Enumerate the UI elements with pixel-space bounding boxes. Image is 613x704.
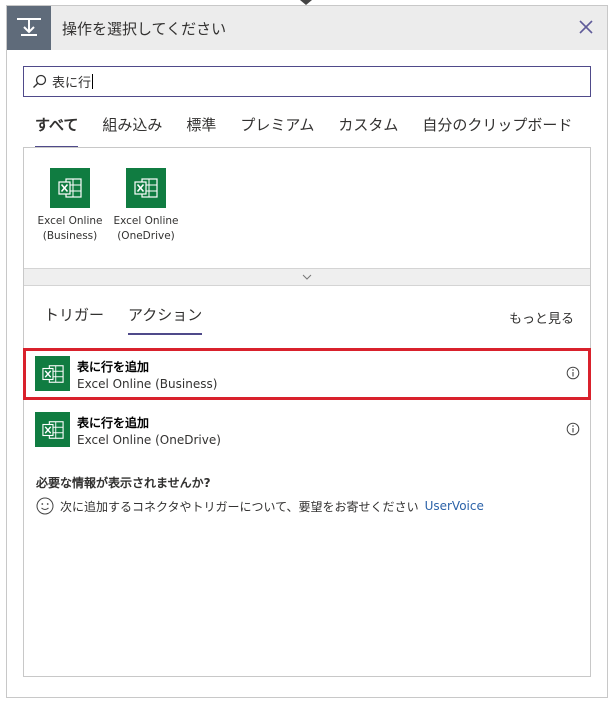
tab-all[interactable]: すべて [35,114,79,148]
tab-standard[interactable]: 標準 [186,114,216,148]
connector-name-line2: (Business) [42,230,98,242]
connector-excel-onedrive[interactable]: Excel Online (OneDrive) [106,168,186,244]
see-more-link[interactable]: もっと見る [509,308,574,327]
help-text: 次に追加するコネクタやトリガーについて、要望をお寄せください [60,499,419,514]
help-line: 次に追加するコネクタやトリガーについて、要望をお寄せください UserVoice [36,497,484,515]
excel-icon [35,412,70,447]
action-picker-dialog: 操作を選択してください 表に行 すべて 組み込み 標準 プレミアム カスタム 自… [6,5,608,698]
info-icon[interactable] [566,422,580,436]
tab-premium[interactable]: プレミアム [240,114,314,148]
action-title: 表に行を追加 [77,360,150,374]
tab-triggers[interactable]: トリガー [44,304,104,335]
close-icon [579,20,593,34]
text-cursor [92,74,94,89]
chevron-down-icon [302,274,312,280]
connector-name-line1: Excel Online [37,215,103,227]
connector-excel-business[interactable]: Excel Online (Business) [30,168,110,244]
results-panel: Excel Online (Business) Excel Online (On… [23,147,591,677]
tab-my-clipboard[interactable]: 自分のクリップボード [422,114,572,148]
smiley-icon [36,497,54,515]
tab-custom[interactable]: カスタム [338,114,398,148]
connector-name-line1: Excel Online [113,215,179,227]
action-title: 表に行を追加 [77,416,150,430]
dialog-header: 操作を選択してください [7,6,607,50]
excel-icon [50,168,90,208]
connector-list: Excel Online (Business) Excel Online (On… [24,148,590,268]
uservoice-link[interactable]: UserVoice [425,499,484,513]
operation-step-icon [7,6,51,50]
help-title: 必要な情報が表示されませんか? [36,476,211,490]
action-item-add-row-business[interactable]: 表に行を追加 Excel Online (Business) [23,348,591,400]
tab-actions[interactable]: アクション [128,304,203,335]
search-input[interactable]: 表に行 [23,66,591,97]
action-item-add-row-onedrive[interactable]: 表に行を追加 Excel Online (OneDrive) [24,404,590,456]
excel-icon [126,168,166,208]
dialog-title: 操作を選択してください [62,20,227,38]
search-value: 表に行 [52,76,92,91]
tab-built-in[interactable]: 組み込み [102,114,162,148]
trigger-action-tabs: トリガー アクション [44,304,226,335]
connector-name-line2: (OneDrive) [117,230,175,242]
collapse-connectors-bar[interactable] [24,268,590,286]
category-tabs: すべて 組み込み 標準 プレミアム カスタム 自分のクリップボード [35,114,596,148]
excel-icon [35,356,70,391]
action-connector-name: Excel Online (Business) [77,377,218,391]
close-button[interactable] [575,16,597,38]
info-icon[interactable] [566,366,580,380]
search-icon [32,74,48,90]
action-connector-name: Excel Online (OneDrive) [77,433,221,447]
